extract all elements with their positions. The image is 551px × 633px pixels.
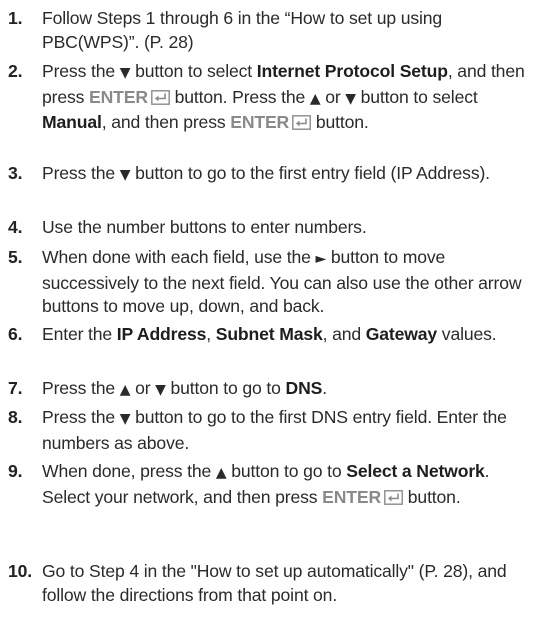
arrow-glyph: ► bbox=[315, 251, 327, 267]
arrow-glyph: ▼ bbox=[119, 167, 131, 183]
step-text: Go to Step 4 in the "How to set up autom… bbox=[42, 560, 542, 607]
text-run: Press the bbox=[42, 407, 120, 427]
step-number: 3. bbox=[8, 163, 23, 183]
arrow-glyph: ▲ bbox=[119, 382, 131, 398]
text-run: button to select bbox=[355, 86, 478, 107]
enter-key-label: ENTER bbox=[89, 86, 148, 107]
arrow-glyph: ▲ bbox=[215, 465, 227, 481]
arrow-glyph: ▼ bbox=[345, 90, 356, 107]
text-run: button to go to bbox=[165, 378, 286, 398]
step-number: 2. bbox=[8, 61, 23, 81]
text-run: button to select bbox=[130, 61, 257, 81]
bold-term: Manual bbox=[42, 112, 102, 132]
text-run: Enter the bbox=[42, 324, 117, 344]
arrow-glyph: ▼ bbox=[119, 411, 131, 427]
step-item: 1. Follow Steps 1 through 6 in the “How … bbox=[0, 7, 551, 54]
bold-term: DNS bbox=[285, 378, 323, 398]
text-run: Go to Step 4 in the "How to set up autom… bbox=[42, 561, 507, 605]
text-run: When done with each field, use the bbox=[42, 247, 316, 267]
bold-term: Gateway bbox=[365, 324, 438, 344]
text-run: , bbox=[206, 324, 216, 344]
arrow-glyph: ▲ bbox=[309, 90, 321, 107]
enter-key-icon bbox=[384, 489, 403, 505]
step-text: When done, press the ▲ button to go to S… bbox=[42, 460, 542, 509]
step-number: 9. bbox=[8, 461, 23, 481]
text-run: or bbox=[320, 86, 346, 107]
step-number: 10. bbox=[8, 561, 33, 581]
bold-term: Select a Network bbox=[346, 461, 485, 481]
step-item: 7. Press the ▲ or ▼ button to go to DNS. bbox=[0, 377, 551, 403]
step-item: 9. When done, press the ▲ button to go t… bbox=[0, 460, 551, 509]
step-number: 4. bbox=[8, 217, 23, 237]
text-run: , and bbox=[322, 324, 366, 344]
text-run: , and then press bbox=[101, 112, 231, 132]
step-item: 8. Press the ▼ button to go to the first… bbox=[0, 406, 551, 455]
text-run: Press the bbox=[42, 378, 120, 398]
step-number: 6. bbox=[8, 324, 23, 344]
enter-key-label: ENTER bbox=[230, 112, 290, 132]
step-number: 1. bbox=[8, 8, 23, 28]
bold-term: Subnet Mask bbox=[215, 324, 323, 344]
step-item: 4. Use the number buttons to enter numbe… bbox=[0, 216, 551, 240]
step-text: Press the ▲ or ▼ button to go to DNS. bbox=[42, 377, 542, 403]
bold-term: IP Address bbox=[116, 324, 207, 344]
arrow-glyph: ▼ bbox=[155, 382, 166, 398]
text-run: button. bbox=[403, 486, 461, 507]
arrow-glyph: ▼ bbox=[119, 65, 131, 81]
text-run: Press the bbox=[42, 61, 120, 81]
text-run: When done, press the bbox=[42, 461, 216, 481]
text-run: button to go to the first entry field (I… bbox=[130, 163, 490, 183]
step-text: Press the ▼ button to go to the first en… bbox=[42, 162, 542, 188]
step-item: 3. Press the ▼ button to go to the first… bbox=[0, 162, 551, 188]
enter-key-icon bbox=[151, 89, 170, 105]
text-run: values. bbox=[437, 324, 497, 344]
step-item: 6. Enter the IP Address, Subnet Mask, an… bbox=[0, 323, 551, 347]
step-text: Use the number buttons to enter numbers. bbox=[42, 216, 542, 240]
text-run: or bbox=[130, 378, 156, 398]
enter-key-icon bbox=[292, 115, 312, 130]
text-run: Follow Steps 1 through 6 in the “How to … bbox=[42, 8, 443, 52]
step-text: When done with each field, use the ► but… bbox=[42, 246, 542, 319]
text-run: button. bbox=[311, 112, 369, 132]
step-number: 7. bbox=[8, 378, 23, 398]
bold-term: Internet Protocol Setup bbox=[256, 61, 448, 81]
step-text: Enter the IP Address, Subnet Mask, and G… bbox=[42, 323, 542, 347]
step-number: 5. bbox=[8, 247, 23, 267]
step-item: 2. Press the ▼ button to select Internet… bbox=[0, 60, 551, 135]
text-run: . bbox=[322, 378, 327, 398]
text-run: Use the number buttons to enter numbers. bbox=[42, 217, 367, 237]
step-text: Press the ▼ button to select Internet Pr… bbox=[42, 60, 542, 135]
step-number: 8. bbox=[8, 407, 23, 427]
text-run: button to go to bbox=[226, 461, 347, 481]
step-text: Follow Steps 1 through 6 in the “How to … bbox=[42, 7, 542, 54]
step-item: 10. Go to Step 4 in the "How to set up a… bbox=[0, 560, 551, 607]
step-text: Press the ▼ button to go to the first DN… bbox=[42, 406, 542, 455]
step-item: 5. When done with each field, use the ► … bbox=[0, 246, 551, 319]
text-run: Press the bbox=[42, 163, 120, 183]
text-run: button. Press the bbox=[169, 86, 310, 107]
enter-key-label: ENTER bbox=[322, 486, 382, 507]
